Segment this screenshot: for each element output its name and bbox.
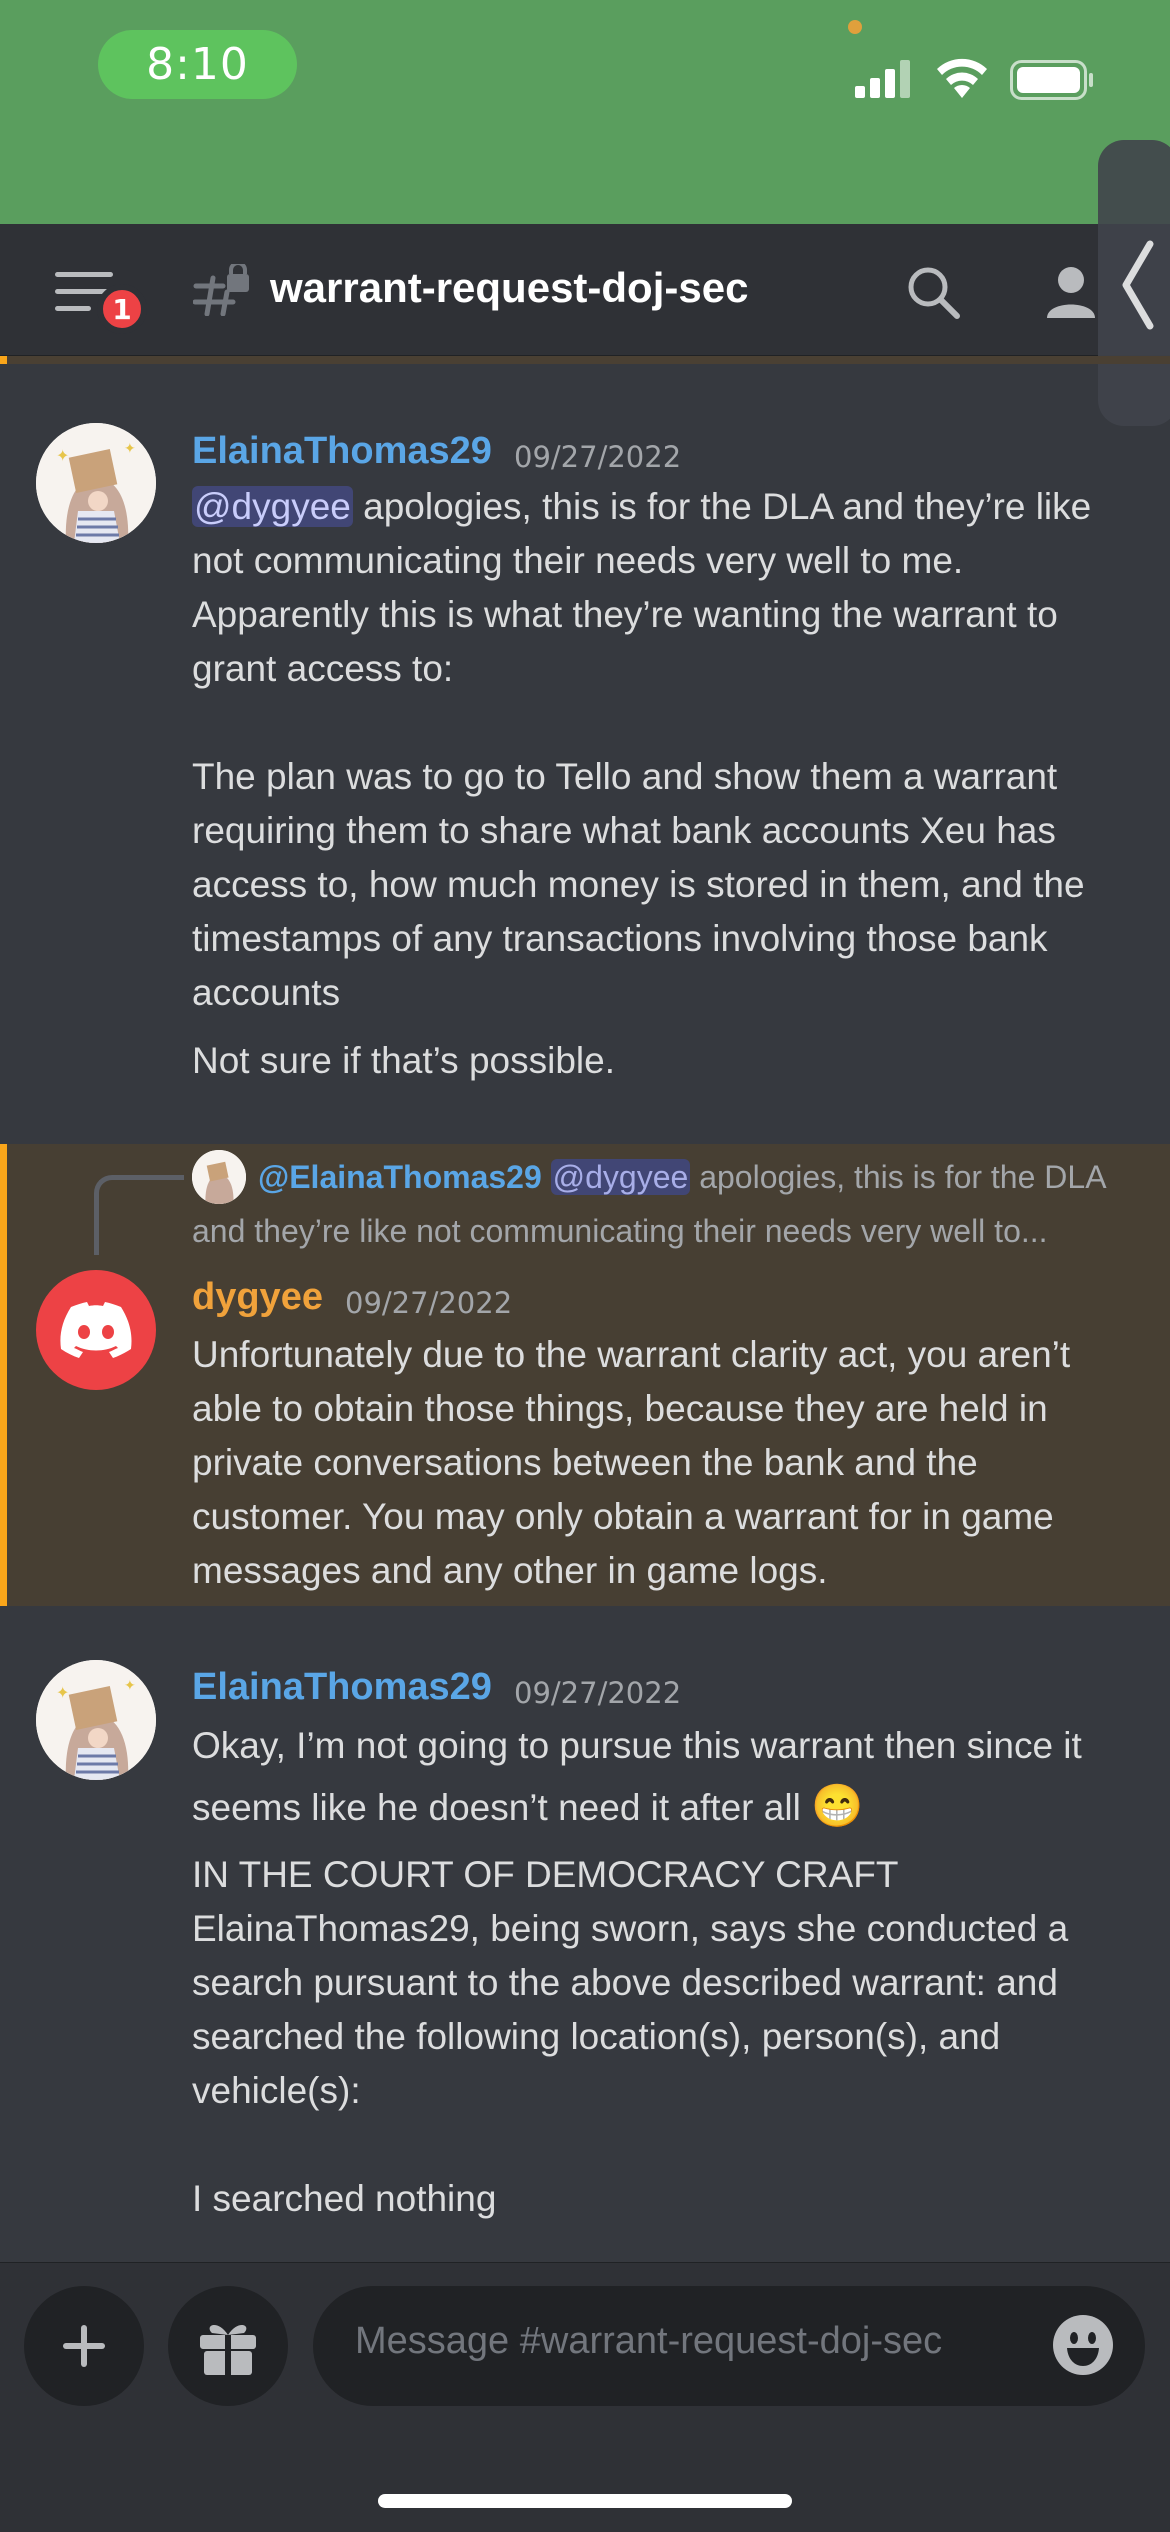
message-body: Okay, I’m not going to pursue this warra… xyxy=(192,1716,1142,1838)
reply-author[interactable]: @ElainaThomas29 xyxy=(258,1159,542,1195)
channel-header: 1 warrant-request-doj-sec xyxy=(0,224,1170,356)
message-text: Unfortunately due to the warrant clarity… xyxy=(192,1334,1081,1591)
anime-avatar-icon: ✦ ✦ xyxy=(36,423,156,543)
plus-icon xyxy=(63,2325,105,2367)
emoji-picker-icon[interactable] xyxy=(1052,2314,1114,2376)
status-bar: 8:10 xyxy=(0,0,1170,224)
message-author[interactable]: dygyee xyxy=(192,1276,323,1319)
message-timestamp: 09/27/2022 xyxy=(345,1286,513,1320)
avatar[interactable]: ✦ ✦ xyxy=(36,1660,156,1780)
svg-text:✦: ✦ xyxy=(56,446,69,465)
home-indicator[interactable] xyxy=(378,2494,792,2508)
message-item[interactable]: ✦ ✦ ElainaThomas29 09/27/2022 @dygyee ap… xyxy=(0,364,1170,1144)
discord-logo-icon xyxy=(60,1302,132,1358)
message-input[interactable]: Message #warrant-request-doj-sec xyxy=(313,2286,1145,2406)
cellular-signal-icon xyxy=(855,60,910,98)
gift-button[interactable] xyxy=(168,2286,288,2406)
svg-text:✦: ✦ xyxy=(124,1678,136,1694)
message-text: Okay, I’m not going to pursue this warra… xyxy=(192,1725,1093,1828)
members-icon[interactable] xyxy=(1045,264,1105,320)
message-timestamp: 09/27/2022 xyxy=(514,440,682,474)
message-body: @dygyee apologies, this is for the DLA a… xyxy=(192,480,1142,1020)
user-mention[interactable]: @dygyee xyxy=(192,486,353,527)
gift-icon xyxy=(200,2324,256,2375)
channel-name[interactable]: warrant-request-doj-sec xyxy=(270,264,748,312)
notification-badge: 1 xyxy=(97,284,147,334)
message-followup-text: Not sure if that’s possible. xyxy=(192,1040,615,1081)
battery-icon xyxy=(1010,60,1093,100)
svg-text:✦: ✦ xyxy=(56,1683,69,1702)
message-text: apologies, this is for the DLA and they’… xyxy=(192,486,1092,1013)
reply-connector xyxy=(94,1175,184,1255)
message-author[interactable]: ElainaThomas29 xyxy=(192,430,492,473)
avatar[interactable] xyxy=(36,1270,156,1390)
message-input-placeholder: Message #warrant-request-doj-sec xyxy=(355,2320,943,2362)
chevron-left-icon[interactable] xyxy=(1118,240,1158,330)
message-author[interactable]: ElainaThomas29 xyxy=(192,1666,492,1709)
svg-text:✦: ✦ xyxy=(124,441,136,457)
status-time: 8:10 xyxy=(98,30,297,99)
search-icon[interactable] xyxy=(905,264,961,320)
wifi-icon xyxy=(937,58,987,98)
avatar[interactable]: ✦ ✦ xyxy=(36,423,156,543)
new-messages-strip xyxy=(0,356,1170,364)
locked-channel-icon xyxy=(193,264,249,316)
emoji: 😁 xyxy=(811,1782,864,1829)
reply-preview[interactable]: @ElainaThomas29 @dygyee apologies, this … xyxy=(192,1150,1142,1258)
reply-mention: @dygyee xyxy=(550,1159,691,1195)
anime-avatar-icon: ✦ ✦ xyxy=(36,1660,156,1780)
message-timestamp: 09/27/2022 xyxy=(514,1676,682,1710)
camera-indicator xyxy=(848,20,862,34)
add-attachment-button[interactable] xyxy=(24,2286,144,2406)
message-followup-text: IN THE COURT OF DEMOCRACY CRAFT ElainaTh… xyxy=(192,1854,1069,2219)
